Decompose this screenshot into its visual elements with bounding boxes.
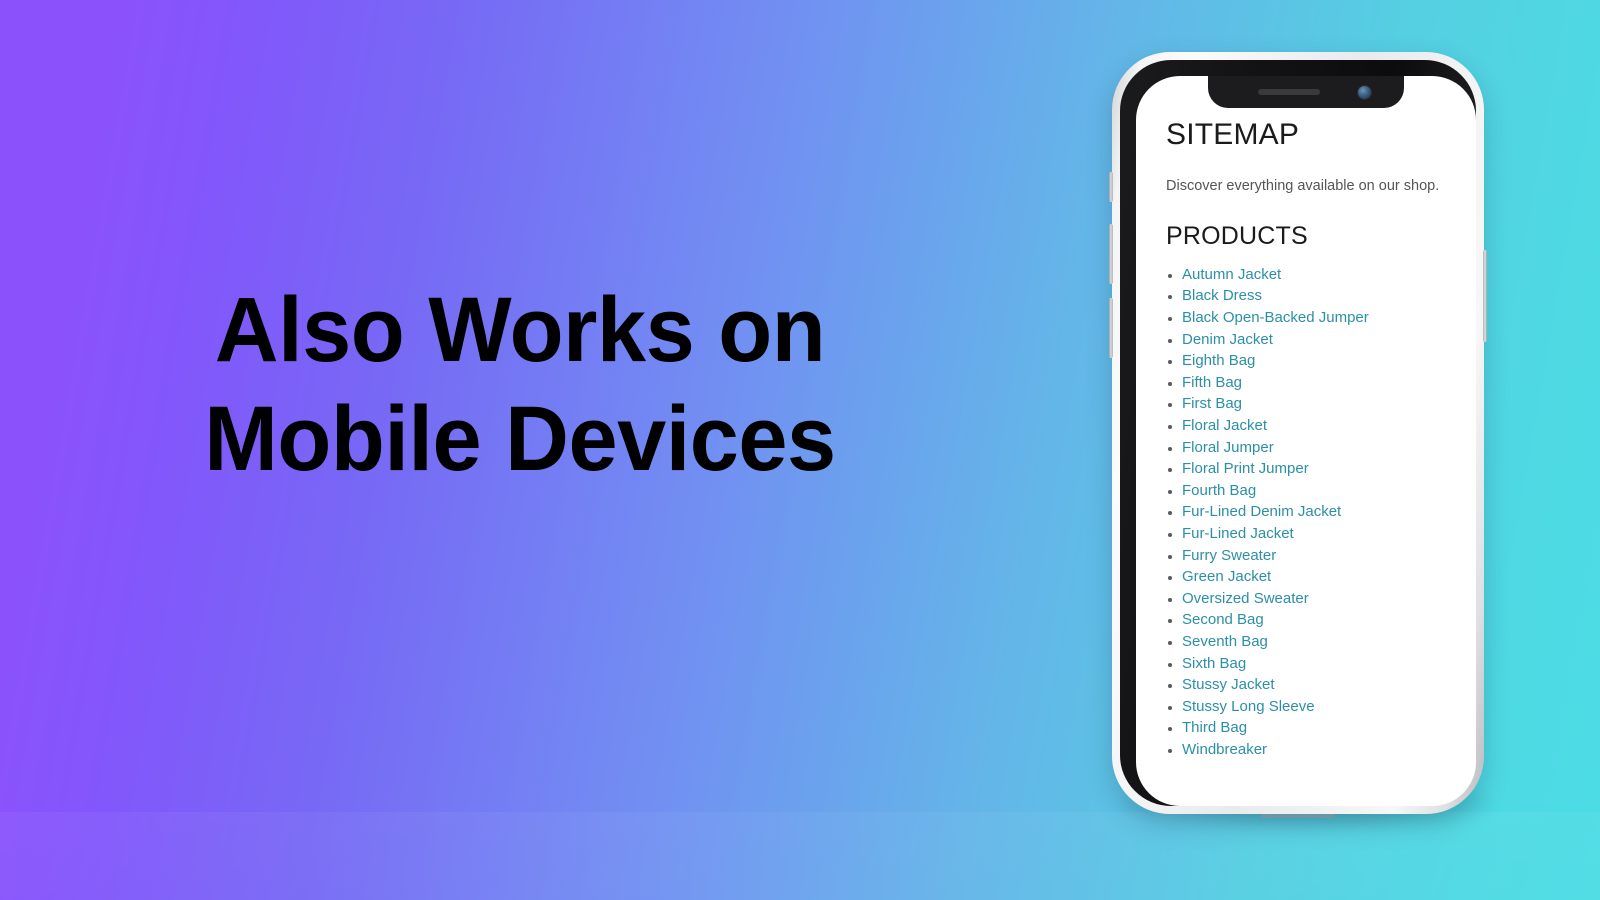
list-item: Third Bag xyxy=(1166,720,1476,736)
bottom-speaker-slot xyxy=(1261,814,1335,818)
product-link-list: Autumn Jacket Black Dress Black Open-Backe… xyxy=(1166,267,1476,758)
product-link[interactable]: First Bag xyxy=(1182,395,1242,412)
product-link[interactable]: Windbreaker xyxy=(1182,741,1267,758)
product-link[interactable]: Sixth Bag xyxy=(1182,655,1246,672)
product-link[interactable]: Furry Sweater xyxy=(1182,547,1276,564)
product-link[interactable]: Floral Jacket xyxy=(1182,417,1267,434)
product-link[interactable]: Eighth Bag xyxy=(1182,352,1255,369)
product-link[interactable]: Seventh Bag xyxy=(1182,633,1268,650)
product-link[interactable]: Second Bag xyxy=(1182,611,1264,628)
page-title: SITEMAP xyxy=(1166,118,1300,151)
list-item: Fur-Lined Denim Jacket xyxy=(1166,504,1476,520)
product-link[interactable]: Fourth Bag xyxy=(1182,482,1256,499)
product-link[interactable]: Black Dress xyxy=(1182,287,1262,304)
list-item: Black Open-Backed Jumper xyxy=(1166,310,1476,326)
earpiece-speaker-icon xyxy=(1258,89,1320,95)
list-item: Fur-Lined Jacket xyxy=(1166,526,1476,542)
product-link[interactable]: Third Bag xyxy=(1182,719,1247,736)
list-item: Floral Print Jumper xyxy=(1166,461,1476,477)
phone-mockup: SITEMAP Discover everything available on… xyxy=(1109,52,1504,830)
list-item: Autumn Jacket xyxy=(1166,267,1476,283)
phone-screen[interactable]: SITEMAP Discover everything available on… xyxy=(1136,76,1476,806)
product-link[interactable]: Floral Print Jumper xyxy=(1182,460,1309,477)
product-link[interactable]: Fur-Lined Jacket xyxy=(1182,525,1294,542)
list-item: Fourth Bag xyxy=(1166,483,1476,499)
hero-headline: Also Works on Mobile Devices xyxy=(21,276,1019,493)
list-item: Stussy Jacket xyxy=(1166,677,1476,693)
list-item: Denim Jacket xyxy=(1166,332,1476,348)
power-button[interactable] xyxy=(1483,250,1487,342)
list-item: Sixth Bag xyxy=(1166,656,1476,672)
headline-line-1: Also Works on xyxy=(214,279,826,381)
section-heading-products: PRODUCTS xyxy=(1166,221,1308,250)
page-subtitle: Discover everything available on our sho… xyxy=(1166,178,1440,194)
sitemap-page: SITEMAP Discover everything available on… xyxy=(1136,76,1476,806)
hero-banner: Also Works on Mobile Devices SITEMAP Dis… xyxy=(0,0,1600,900)
phone-outer-frame: SITEMAP Discover everything available on… xyxy=(1109,52,1487,818)
list-item: Furry Sweater xyxy=(1166,548,1476,564)
list-item: Seventh Bag xyxy=(1166,634,1476,650)
volume-up-button[interactable] xyxy=(1109,224,1113,284)
list-item: Floral Jacket xyxy=(1166,418,1476,434)
product-link[interactable]: Fifth Bag xyxy=(1182,374,1242,391)
list-item: Floral Jumper xyxy=(1166,440,1476,456)
list-item: Fifth Bag xyxy=(1166,375,1476,391)
list-item: Oversized Sweater xyxy=(1166,591,1476,607)
product-link[interactable]: Oversized Sweater xyxy=(1182,590,1309,607)
product-link[interactable]: Green Jacket xyxy=(1182,568,1271,585)
phone-bezel: SITEMAP Discover everything available on… xyxy=(1120,60,1476,806)
list-item: Green Jacket xyxy=(1166,569,1476,585)
product-link[interactable]: Fur-Lined Denim Jacket xyxy=(1182,503,1341,520)
list-item: First Bag xyxy=(1166,396,1476,412)
product-link[interactable]: Denim Jacket xyxy=(1182,331,1273,348)
product-link[interactable]: Stussy Long Sleeve xyxy=(1182,698,1315,715)
phone-notch xyxy=(1208,76,1404,108)
list-item: Second Bag xyxy=(1166,612,1476,628)
product-link[interactable]: Autumn Jacket xyxy=(1182,266,1281,283)
list-item: Windbreaker xyxy=(1166,742,1476,758)
volume-down-button[interactable] xyxy=(1109,298,1113,358)
front-camera-icon xyxy=(1358,86,1371,99)
list-item: Eighth Bag xyxy=(1166,353,1476,369)
list-item: Black Dress xyxy=(1166,288,1476,304)
product-link[interactable]: Black Open-Backed Jumper xyxy=(1182,309,1369,326)
list-item: Stussy Long Sleeve xyxy=(1166,699,1476,715)
silent-switch-button[interactable] xyxy=(1109,172,1113,202)
product-link[interactable]: Floral Jumper xyxy=(1182,439,1274,456)
headline-line-2: Mobile Devices xyxy=(204,387,836,490)
product-link[interactable]: Stussy Jacket xyxy=(1182,676,1275,693)
